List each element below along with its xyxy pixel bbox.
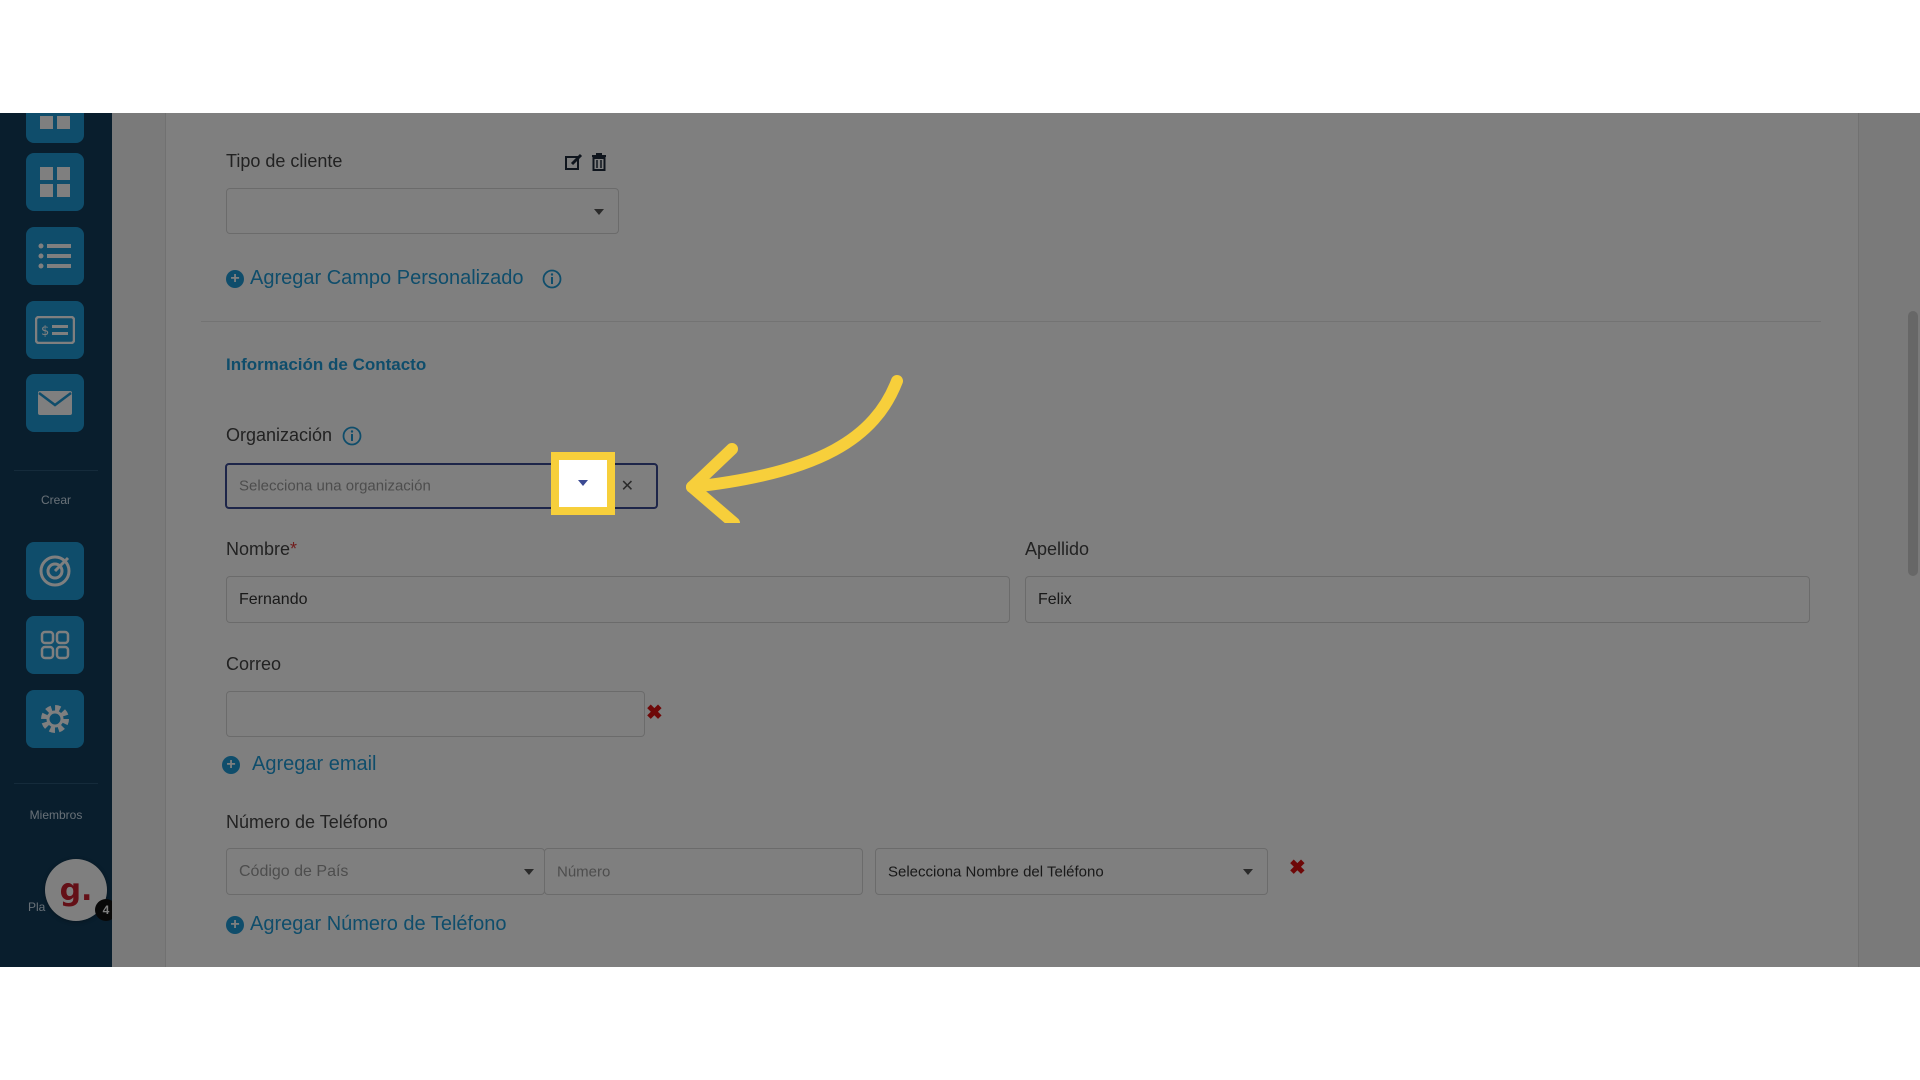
add-email-link[interactable]: + Agregar email [222,753,377,776]
apellido-input[interactable]: Felix [1025,576,1810,623]
required-mark: * [290,539,298,559]
divider [201,321,1821,322]
apellido-value: Felix [1038,590,1072,608]
contact-section-title: Información de Contacto [226,355,427,374]
sidebar-item-list[interactable] [26,227,84,285]
list-icon [38,243,71,269]
info-icon[interactable] [542,269,562,289]
annotation-arrow [686,375,903,523]
correo-label: Correo [226,654,282,674]
chevron-down-icon [594,209,604,215]
sidebar: $ Crear Miembros Pla g. 4 [0,113,117,967]
sidebar-item-dashboard[interactable] [26,153,84,211]
form-card: Tipo de cliente + Agregar Campo Personal… [165,113,1859,967]
sidebar-item-apps[interactable] [26,616,84,674]
add-phone-label: Agregar Número de Teléfono [250,913,507,935]
scrollbar-thumb[interactable] [1908,311,1918,576]
organizacion-dropdown-toggle[interactable] [551,452,615,515]
organizacion-label: Organización [226,425,333,445]
telefono-label: Número de Teléfono [226,812,388,832]
target-icon [39,555,71,587]
email-field[interactable] [226,691,645,737]
divider [14,470,98,471]
add-custom-field-link[interactable]: + Agregar Campo Personalizado [226,267,562,290]
nombre-input[interactable]: Fernando [226,576,1010,623]
nombre-label-row: Nombre* [226,539,297,560]
dropdown-toggle-inner [559,460,607,507]
sidebar-item-top[interactable] [26,113,84,143]
invoice-icon: $ [35,316,75,344]
divider [14,783,98,784]
mail-icon [38,391,72,415]
phone-number-placeholder: Número [557,863,611,880]
main-content: Tipo de cliente + Agregar Campo Personal… [112,113,1920,967]
tipo-cliente-select[interactable] [226,188,619,234]
gear-icon [41,705,69,733]
avatar-letter: g. [59,872,93,908]
phone-number-input[interactable]: Número [544,848,863,895]
organizacion-placeholder: Selecciona una organización [239,477,431,495]
app-window: $ Crear Miembros Pla g. 4 Tipo de client… [0,113,1920,967]
nombre-label: Nombre [226,539,291,559]
add-email-label: Agregar email [252,753,377,775]
chevron-down-icon [1243,869,1253,875]
sidebar-item-settings[interactable] [26,690,84,748]
add-phone-link[interactable]: + Agregar Número de Teléfono [226,913,506,936]
sidebar-section-crear: Crear [40,493,71,507]
sidebar-item-goals[interactable] [26,542,84,600]
sidebar-section-planes: Pla [28,900,46,914]
phone-name-select[interactable]: Selecciona Nombre del Teléfono [875,848,1268,895]
organizacion-label-row: Organización [226,425,362,446]
add-custom-field-label: Agregar Campo Personalizado [250,267,524,289]
country-code-placeholder: Código de País [239,862,349,880]
sidebar-item-invoices[interactable]: $ [26,301,84,359]
phone-name-value: Selecciona Nombre del Teléfono [888,863,1104,880]
sidebar-section-miembros: Miembros [29,808,83,822]
info-icon[interactable] [342,426,362,446]
nombre-value: Fernando [239,590,308,608]
plus-circle-icon: + [226,915,244,934]
apellido-label: Apellido [1025,539,1090,559]
svg-text:$: $ [41,324,49,339]
grid-icon [40,167,70,197]
remove-email-icon[interactable]: ✖ [646,700,663,725]
trash-icon[interactable] [591,153,607,171]
plus-circle-icon: + [226,269,244,288]
remove-phone-icon[interactable]: ✖ [1289,855,1306,880]
chevron-down-icon [524,869,534,875]
edit-icon[interactable] [565,153,583,171]
grid-icon [40,116,70,129]
country-code-select[interactable]: Código de País [226,848,545,895]
sidebar-item-mail[interactable] [26,374,84,432]
tipo-cliente-label: Tipo de cliente [226,151,343,171]
clear-icon[interactable]: ✕ [621,476,634,496]
chevron-down-icon [578,480,588,486]
plus-circle-icon: + [222,755,240,774]
apps-icon [40,630,70,660]
